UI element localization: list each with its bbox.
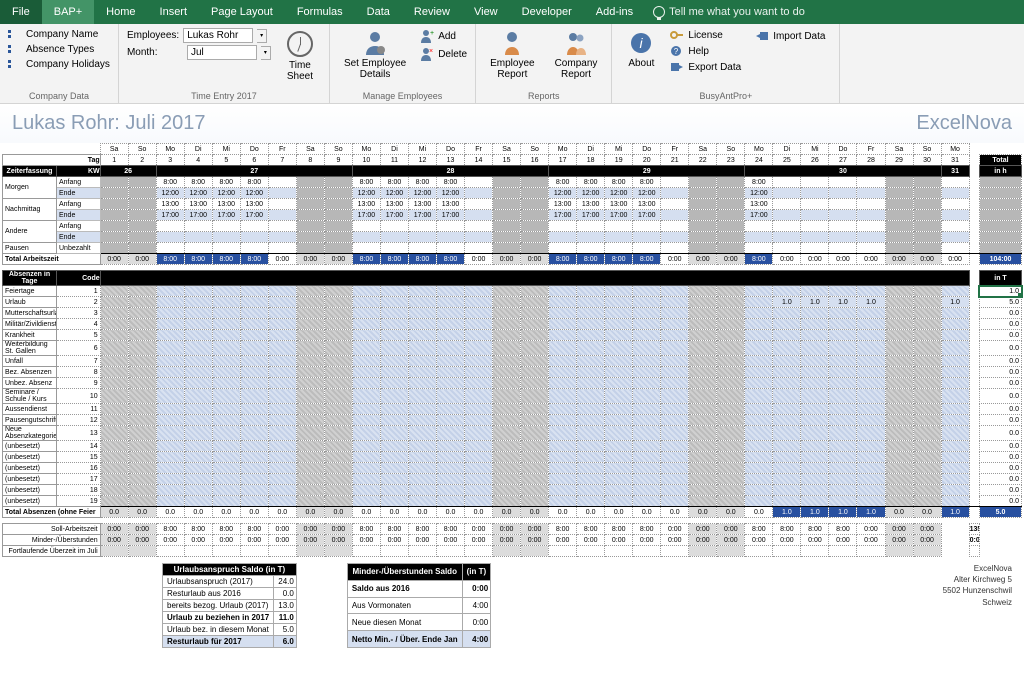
list-icon	[8, 60, 22, 70]
svg-text:?: ?	[674, 47, 679, 56]
person-add-icon: +	[420, 29, 434, 43]
ribbon-group-busyant: iAbout License ?Help Export Data Import …	[612, 24, 840, 103]
timesheet-grid[interactable]: SaSoMoDiMiDoFrSaSoMoDiMiDoFrSaSoMoDiMiDo…	[2, 143, 1022, 557]
tab-insert[interactable]: Insert	[148, 0, 200, 24]
dropdown-icon[interactable]: ▾	[261, 46, 271, 60]
vacation-summary-table: Urlaubsanspruch Saldo (in T) Urlaubsansp…	[162, 563, 297, 648]
tab-data[interactable]: Data	[355, 0, 402, 24]
group-label: Manage Employees	[338, 89, 467, 101]
time-sheet-button[interactable]: Time Sheet	[279, 28, 321, 84]
license-button[interactable]: License	[670, 28, 741, 42]
employee-report-button[interactable]: Employee Report	[484, 28, 540, 82]
person-icon	[501, 30, 523, 56]
about-button[interactable]: iAbout	[620, 28, 662, 71]
absence-types-button[interactable]: Absence Types	[8, 43, 110, 56]
ribbon: Company Name Absence Types Company Holid…	[0, 24, 1024, 104]
company-name-button[interactable]: Company Name	[8, 28, 110, 41]
svg-text:+: +	[430, 30, 434, 37]
company-address: ExcelNovaAlter Kirchweg 55502 Hunzenschw…	[943, 563, 1022, 648]
export-data-button[interactable]: Export Data	[670, 60, 741, 74]
tab-addins[interactable]: Add-ins	[584, 0, 645, 24]
company-holidays-button[interactable]: Company Holidays	[8, 58, 110, 71]
tab-review[interactable]: Review	[402, 0, 462, 24]
person-gear-icon	[364, 30, 386, 56]
list-icon	[8, 30, 22, 40]
menu-tabs: File BAP+ Home Insert Page Layout Formul…	[0, 0, 1024, 24]
ribbon-group-reports: Employee Report Company Report Reports	[476, 24, 612, 103]
tab-bap[interactable]: BAP+	[42, 0, 94, 24]
bulb-icon	[653, 6, 665, 18]
group-label: BusyAntPro+	[620, 89, 831, 101]
export-icon	[670, 61, 684, 73]
clock-icon	[287, 31, 313, 57]
tab-developer[interactable]: Developer	[510, 0, 584, 24]
people-icon	[565, 30, 587, 56]
tab-file[interactable]: File	[0, 0, 42, 24]
set-employee-details-button[interactable]: Set Employee Details	[338, 28, 412, 82]
key-icon	[670, 29, 684, 41]
overtime-summary-table: Minder-/Überstunden Saldo(in T) Saldo au…	[347, 563, 491, 648]
svg-text:×: ×	[429, 48, 433, 55]
sheet-title-bar: Lukas Rohr: Juli 2017 ExcelNova	[0, 104, 1024, 143]
tell-me-search[interactable]: Tell me what you want to do	[645, 6, 813, 18]
month-select[interactable]	[187, 45, 257, 60]
delete-employee-button[interactable]: ×Delete	[420, 46, 467, 62]
help-button[interactable]: ?Help	[670, 44, 741, 58]
group-label: Reports	[484, 89, 603, 101]
import-icon	[755, 30, 769, 42]
tab-formulas[interactable]: Formulas	[285, 0, 355, 24]
info-icon: i	[630, 30, 652, 56]
tab-home[interactable]: Home	[94, 0, 147, 24]
page-title: Lukas Rohr: Juli 2017	[12, 112, 205, 135]
person-delete-icon: ×	[420, 47, 434, 61]
company-report-button[interactable]: Company Report	[549, 28, 604, 82]
employees-select[interactable]	[183, 28, 253, 43]
ribbon-group-time-entry: Employees:▾ Month:▾ Time Sheet Time Entr…	[119, 24, 330, 103]
add-employee-button[interactable]: +Add	[420, 28, 467, 44]
help-icon: ?	[670, 45, 684, 57]
list-icon	[8, 45, 22, 55]
tab-view[interactable]: View	[462, 0, 510, 24]
import-data-button[interactable]: Import Data	[749, 28, 831, 44]
dropdown-icon[interactable]: ▾	[257, 29, 267, 43]
ribbon-group-manage-employees: Set Employee Details +Add ×Delete Manage…	[330, 24, 476, 103]
brand-label: ExcelNova	[916, 112, 1012, 135]
tab-page-layout[interactable]: Page Layout	[199, 0, 285, 24]
group-label: Time Entry 2017	[127, 89, 321, 101]
group-label: Company Data	[8, 89, 110, 101]
ribbon-group-company-data: Company Name Absence Types Company Holid…	[0, 24, 119, 103]
